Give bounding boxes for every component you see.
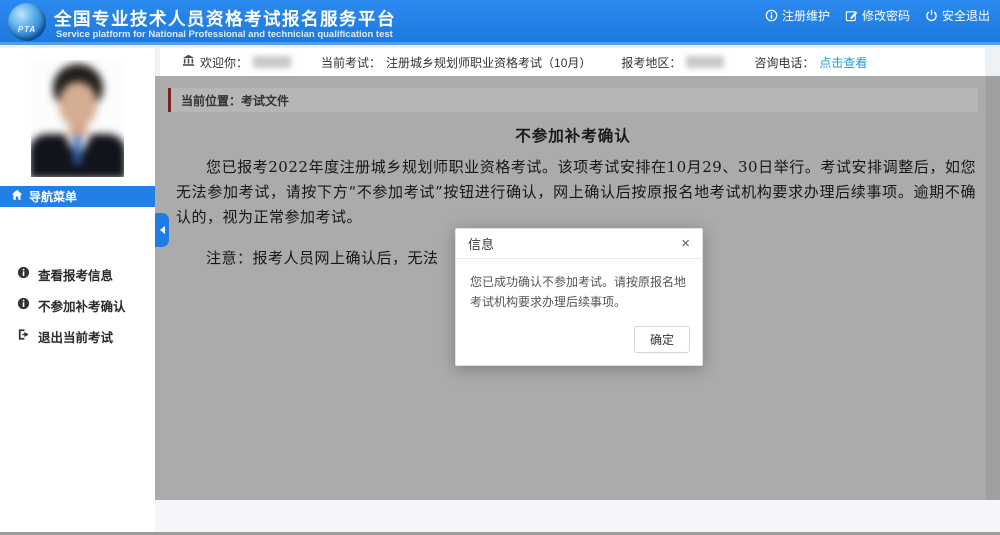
register-maintenance-link[interactable]: 注册维护	[765, 7, 830, 24]
breadcrumb: 当前位置： 考试文件	[168, 88, 978, 112]
phone-label: 咨询电话：	[754, 54, 814, 71]
sidebar-item-no-makeup-confirm[interactable]: 不参加补考确认	[0, 293, 155, 317]
info-circle-icon	[17, 266, 30, 282]
welcome-bar: 欢迎你： 当前考试： 注册城乡规划师职业资格考试（10月） 报考地区： 咨询电话…	[160, 48, 985, 76]
info-dialog: 信息 × 您已成功确认不参加考试。请按原报名地考试机构要求办理后续事项。 确定	[455, 228, 703, 366]
current-exam-label: 当前考试：	[321, 54, 381, 71]
change-password-label: 修改密码	[862, 7, 910, 24]
pta-logo-icon: PTA	[8, 3, 46, 41]
confirmation-text: 您已报考2022年度注册城乡规划师职业资格考试。该项考试安排在10月29、30日…	[176, 155, 976, 230]
scrollbar[interactable]	[986, 76, 1000, 500]
page-title: 不参加补考确认	[168, 124, 978, 146]
dialog-title: 信息	[468, 234, 494, 253]
current-exam-value: 注册城乡规划师职业资格考试（10月）	[386, 54, 591, 71]
info-icon	[765, 9, 778, 22]
applicant-photo-figure	[31, 60, 124, 177]
dialog-message: 您已成功确认不参加考试。请按原报名地考试机构要求办理后续事项。	[456, 259, 702, 318]
bank-icon	[182, 54, 195, 70]
dialog-footer: 确定	[456, 318, 702, 365]
chevron-left-icon	[160, 226, 165, 234]
sidebar-item-label: 不参加补考确认	[38, 296, 126, 315]
sidebar-item-view-registration[interactable]: 查看报考信息	[0, 262, 155, 286]
blurred-username	[253, 56, 291, 68]
sidebar: 导航菜单 查看报考信息 不参加补考确认 退出当前考试	[0, 48, 155, 532]
welcome-label: 欢迎你：	[200, 54, 248, 71]
confirmation-paragraph: 您已报考2022年度注册城乡规划师职业资格考试。该项考试安排在10月29、30日…	[176, 155, 976, 230]
sidebar-item-label: 查看报考信息	[38, 265, 113, 284]
confirm-button[interactable]: 确定	[634, 326, 690, 353]
nav-menu-title: 导航菜单	[29, 188, 77, 205]
app-header: PTA 全国专业技术人员资格考试报名服务平台 Service platform …	[0, 0, 1000, 45]
home-icon	[11, 189, 23, 204]
app-subtitle: Service platform for National Profession…	[56, 29, 393, 40]
sidebar-item-exit-exam[interactable]: 退出当前考试	[0, 324, 155, 348]
app-title: 全国专业技术人员资格考试报名服务平台	[54, 6, 396, 31]
dialog-header: 信息 ×	[456, 229, 702, 259]
nav-menu-header: 导航菜单	[0, 186, 155, 207]
applicant-photo	[31, 60, 124, 177]
footer-area	[155, 500, 1000, 532]
edit-icon	[845, 9, 858, 22]
register-maintenance-label: 注册维护	[782, 7, 830, 24]
safe-logout-link[interactable]: 安全退出	[925, 7, 990, 24]
sidebar-item-label: 退出当前考试	[38, 327, 113, 346]
info-circle-icon	[17, 297, 30, 313]
header-links: 注册维护 修改密码 安全退出	[765, 0, 990, 30]
safe-logout-label: 安全退出	[942, 7, 990, 24]
region-label: 报考地区：	[621, 54, 681, 71]
sign-out-icon	[17, 328, 30, 344]
close-icon[interactable]: ×	[681, 236, 690, 251]
sidebar-collapse-button[interactable]	[155, 213, 169, 247]
breadcrumb-value: 考试文件	[241, 92, 289, 109]
phone-view-link[interactable]: 点击查看	[819, 54, 867, 71]
blurred-region	[686, 56, 724, 68]
power-icon	[925, 9, 938, 22]
breadcrumb-label: 当前位置：	[181, 92, 241, 109]
change-password-link[interactable]: 修改密码	[845, 7, 910, 24]
